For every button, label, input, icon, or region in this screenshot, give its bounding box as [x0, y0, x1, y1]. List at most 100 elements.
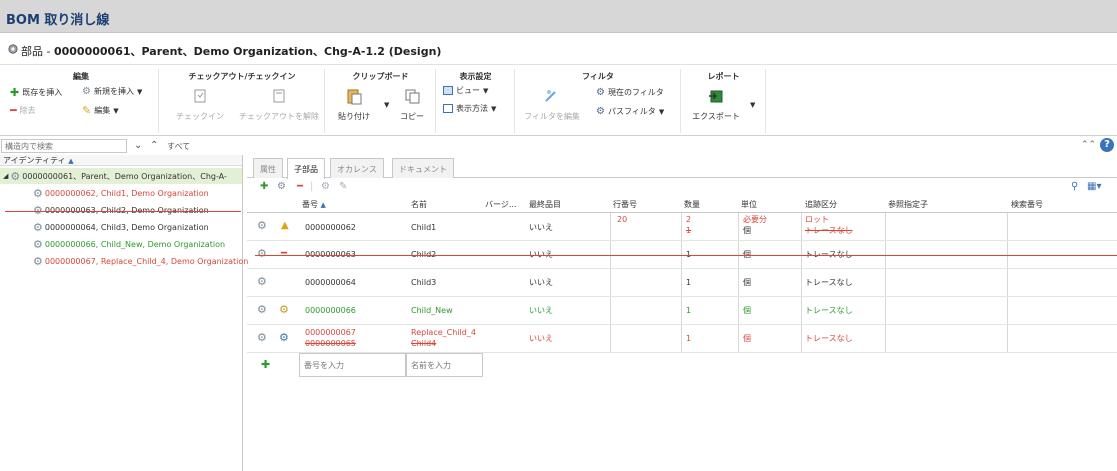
tab-occurrences[interactable]: オカレンス	[330, 158, 384, 178]
search-prev-icon[interactable]: ⌃	[150, 140, 158, 151]
export-button[interactable]: エクスポート	[688, 87, 744, 122]
edit-label: 編集	[94, 106, 111, 115]
tree-node-child2[interactable]: ⚙ 0000000063, Child2, Demo Organization	[33, 202, 209, 218]
ribbon-group-edit: 編集 ✚ 既存を挿入 ⚙ 新規を挿入 ▼ ━ 除去 ✎ 編集 ▼	[4, 69, 159, 133]
cell-trace: トレースなし	[805, 278, 853, 287]
tree-node-child3[interactable]: ⚙ 0000000064, Child3, Demo Organization	[33, 219, 209, 235]
add-row-icon[interactable]: ✚	[261, 359, 270, 370]
cell-name: Child3	[411, 278, 437, 287]
column-final-item[interactable]: 最終品目	[529, 199, 561, 212]
table-row[interactable]: ⚙ ⚙ 0000000067 0000000065 Replace_Child_…	[247, 325, 1117, 353]
table-row[interactable]: ⚙ ▲ 0000000062 Child1 いいえ 20 2 1 必要分 個 ロ…	[247, 213, 1117, 241]
new-part-icon: ⚙	[82, 86, 91, 97]
new-item-icon: ⚙	[279, 303, 289, 316]
paste-dropdown-icon[interactable]: ▼	[384, 101, 389, 109]
tree-header-label: アイデンティティ	[3, 156, 66, 165]
undo-checkout-icon	[273, 89, 285, 103]
undo-checkout-button[interactable]: チェックアウトを解除	[235, 87, 323, 122]
edit-button[interactable]: ✎ 編集 ▼	[82, 104, 119, 117]
tab-children[interactable]: 子部品	[287, 158, 325, 179]
insert-existing-button[interactable]: ✚ 既存を挿入	[10, 86, 62, 99]
undo-checkout-label: チェックアウトを解除	[239, 112, 319, 121]
cell-number: 0000000064	[305, 278, 356, 287]
help-icon[interactable]: ?	[1100, 138, 1114, 152]
copy-button[interactable]: コピー	[394, 87, 430, 122]
column-quantity[interactable]: 数量	[684, 199, 700, 212]
column-number[interactable]: 番号 ▲	[302, 199, 326, 212]
checkin-button[interactable]: チェックイン	[170, 87, 230, 122]
current-filter-button[interactable]: ⚙ 現在のフィルタ	[596, 87, 664, 98]
cell-unit: 個	[743, 278, 751, 287]
tree-node-replace-child4[interactable]: ⚙ 0000000067, Replace_Child_4, Demo Organ…	[33, 253, 248, 269]
current-filter-icon: ⚙	[596, 87, 605, 98]
cell-number-old: 0000000065	[305, 339, 356, 348]
cell-trace: トレースなし	[805, 334, 853, 343]
path-filter-button[interactable]: ⚙ パスフィルタ ▼	[596, 106, 664, 117]
ribbon-group-title: フィルタ	[582, 72, 614, 81]
view-options-icon[interactable]: ▦▾	[1087, 181, 1101, 195]
column-line-number[interactable]: 行番号	[613, 199, 637, 212]
tab-attributes[interactable]: 属性	[253, 158, 283, 178]
cell-final-item: いいえ	[529, 334, 553, 343]
replace-icon[interactable]: ⚙	[321, 181, 330, 195]
tab-bar: 属性 子部品 オカレンス ドキュメント	[247, 158, 1117, 179]
tree-node-child-new[interactable]: ⚙ 0000000066, Child_New, Demo Organizatio…	[33, 236, 225, 252]
tree-column-header[interactable]: アイデンティティ ▲	[0, 155, 242, 166]
remove-button[interactable]: ━ 除去	[10, 104, 36, 117]
add-child-icon[interactable]: ✚	[260, 181, 268, 195]
part-gear-icon	[8, 44, 18, 54]
part-gear-icon: ⚙	[33, 254, 43, 268]
export-icon	[709, 90, 723, 103]
table-row[interactable]: ⚙ ⚙ 0000000066 Child_New いいえ 1 個 トレースなし	[247, 297, 1117, 325]
display-method-button[interactable]: 表示方法 ▼	[443, 103, 496, 114]
search-all-link[interactable]: すべて	[167, 141, 190, 152]
cell-number: 0000000066	[305, 306, 356, 315]
table-row[interactable]: ⚙ ━ 0000000063 Child2 いいえ 1 個 トレースなし	[247, 241, 1117, 269]
cell-trace-new: ロット	[805, 215, 829, 224]
path-filter-icon: ⚙	[596, 106, 605, 117]
paste-button[interactable]: 貼り付け	[332, 87, 376, 122]
dropdown-arrow-icon: ▼	[136, 87, 143, 96]
insert-new-button[interactable]: ⚙ 新規を挿入 ▼	[82, 86, 142, 97]
edit-filter-button[interactable]: フィルタを編集	[520, 87, 584, 122]
ribbon-group-filter: フィルタ フィルタを編集 ⚙ 現在のフィルタ ⚙ パスフィルタ ▼	[516, 69, 681, 133]
export-dropdown-icon[interactable]: ▼	[750, 101, 755, 109]
part-gear-icon: ⚙	[33, 186, 43, 200]
sort-asc-icon: ▲	[68, 157, 74, 165]
column-find-number[interactable]: 検索番号	[1011, 199, 1043, 212]
view-button[interactable]: ビュー ▼	[443, 85, 488, 96]
cell-quantity: 1	[686, 278, 692, 287]
find-icon[interactable]: ⚲	[1071, 181, 1078, 195]
search-next-icon[interactable]: ⌄	[134, 140, 142, 151]
dropdown-arrow-icon: ▼	[658, 107, 665, 116]
new-number-input[interactable]	[299, 353, 406, 377]
cell-quantity: 1	[686, 306, 692, 315]
edit-row-icon[interactable]: ✎	[339, 181, 347, 195]
column-name[interactable]: 名前	[411, 199, 427, 212]
tree-node-label: 0000000062, Child1, Demo Organization	[44, 188, 209, 198]
tree-node-child1[interactable]: ⚙ 0000000062, Child1, Demo Organization	[33, 185, 209, 201]
current-filter-label: 現在のフィルタ	[607, 88, 664, 97]
structure-search-input[interactable]	[1, 139, 127, 153]
part-gear-icon: ⚙	[257, 219, 267, 232]
structure-tree: アイデンティティ ▲ ◢ ⚙ 0000000061、Parent、Demo Orga…	[0, 155, 248, 471]
part-gear-icon: ⚙	[33, 203, 43, 217]
expand-icon: ◢	[3, 172, 9, 180]
column-reference-designator[interactable]: 参照指定子	[888, 199, 928, 212]
column-trace-code[interactable]: 追跡区分	[805, 199, 837, 212]
column-label: 番号	[302, 200, 318, 209]
column-version[interactable]: バージ...	[485, 199, 516, 212]
tree-node-root[interactable]: ◢ ⚙ 0000000061、Parent、Demo Organization、Ch…	[0, 168, 242, 184]
view-label: ビュー	[456, 86, 480, 95]
column-unit[interactable]: 単位	[741, 199, 757, 212]
remove-child-icon[interactable]: ━	[297, 181, 303, 195]
new-name-input[interactable]	[406, 353, 483, 377]
ribbon-group-title: 表示設定	[459, 72, 492, 81]
table-row[interactable]: ⚙ 0000000064 Child3 いいえ 1 個 トレースなし	[247, 269, 1117, 297]
tab-documents[interactable]: ドキュメント	[392, 158, 454, 178]
cell-number-new: 0000000067	[305, 328, 356, 337]
dropdown-arrow-icon: ▼	[491, 104, 497, 113]
path-object-id: 0000000061、Parent、Demo Organization、Chg-…	[53, 45, 442, 58]
insert-new-child-icon[interactable]: ⚙	[277, 181, 286, 195]
collapse-icon[interactable]: ⌃⌃	[1081, 140, 1096, 150]
